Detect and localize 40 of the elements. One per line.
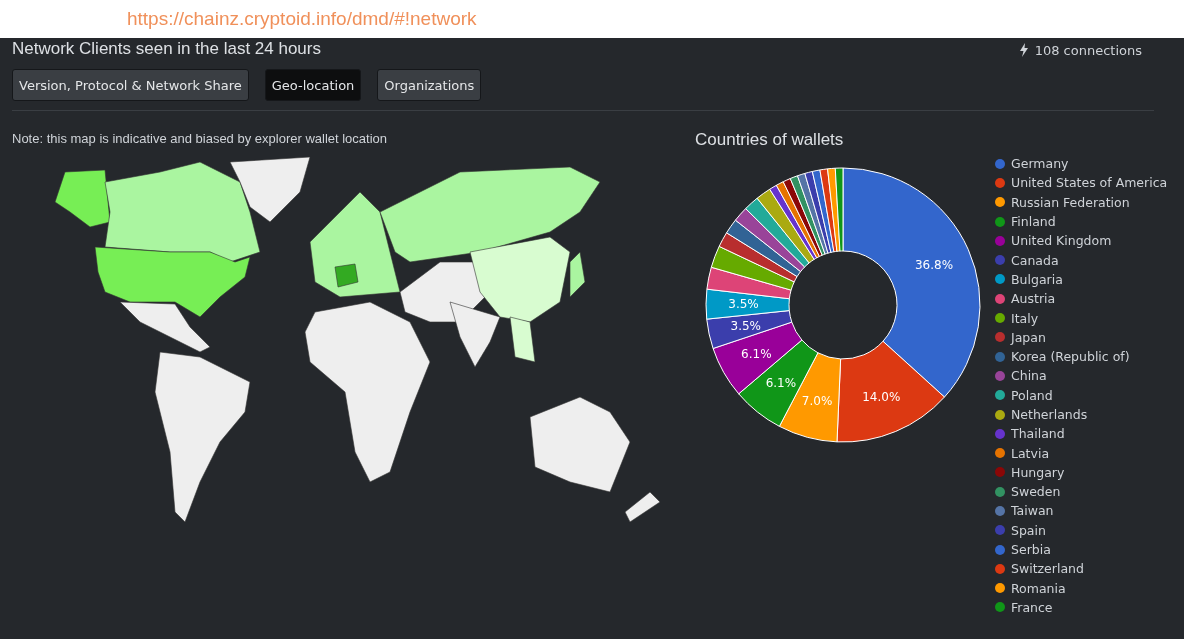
- legend-label: Taiwan: [1011, 503, 1054, 519]
- slice-label: 36.8%: [914, 257, 954, 272]
- legend-label: Sweden: [1011, 484, 1061, 500]
- legend-label: Austria: [1011, 291, 1056, 307]
- legend-label: Italy: [1011, 310, 1039, 326]
- legend-label: Finland: [1011, 214, 1056, 230]
- connections-count: 108 connections: [1034, 42, 1142, 58]
- legend-label: Hungary: [1011, 464, 1065, 480]
- slice-label: 6.1%: [765, 375, 797, 390]
- tab-button[interactable]: Organizations: [377, 69, 482, 101]
- legend-label: Germany: [1011, 156, 1069, 172]
- legend-label: Switzerland: [1011, 561, 1084, 577]
- lightning-icon: [1018, 43, 1029, 57]
- chart-title: Countries of wallets: [695, 130, 845, 150]
- legend-label: United Kingdom: [1011, 233, 1112, 249]
- page-title: Network Clients seen in the last 24 hours: [12, 39, 321, 59]
- legend-label: Bulgaria: [1011, 271, 1063, 287]
- slice-label: 3.5%: [730, 319, 761, 334]
- map-note: Note: this map is indicative and biased by explorer wallet location: [12, 131, 389, 146]
- legend-label: Japan: [1011, 329, 1046, 345]
- tab-button[interactable]: Geo-location: [264, 69, 362, 101]
- legend-label: Netherlands: [1011, 407, 1088, 422]
- legend-label: Poland: [1011, 387, 1053, 403]
- tab-button[interactable]: Version, Protocol & Network Share: [12, 69, 249, 101]
- legend-label: France: [1011, 599, 1053, 615]
- legend-label: Canada: [1011, 252, 1059, 268]
- legend-label: Romania: [1011, 580, 1066, 596]
- legend-label: United States of America: [1011, 175, 1168, 191]
- slice-label: 3.5%: [728, 297, 759, 312]
- legend-label: Korea (Republic of): [1011, 349, 1130, 365]
- page-url: https://chainz.cryptoid.info/dmd/#!network: [127, 8, 477, 29]
- slice-label: 7.0%: [801, 394, 833, 409]
- legend-label: Thailand: [1011, 426, 1065, 442]
- slice-label: 14.0%: [862, 389, 901, 404]
- legend-label: Spain: [1011, 522, 1046, 538]
- legend-label: Russian Federation: [1011, 194, 1130, 210]
- legend-label: China: [1011, 368, 1047, 384]
- legend-label: Latvia: [1011, 445, 1050, 461]
- slice-label: 6.1%: [741, 346, 772, 361]
- legend-label: Serbia: [1011, 542, 1051, 558]
